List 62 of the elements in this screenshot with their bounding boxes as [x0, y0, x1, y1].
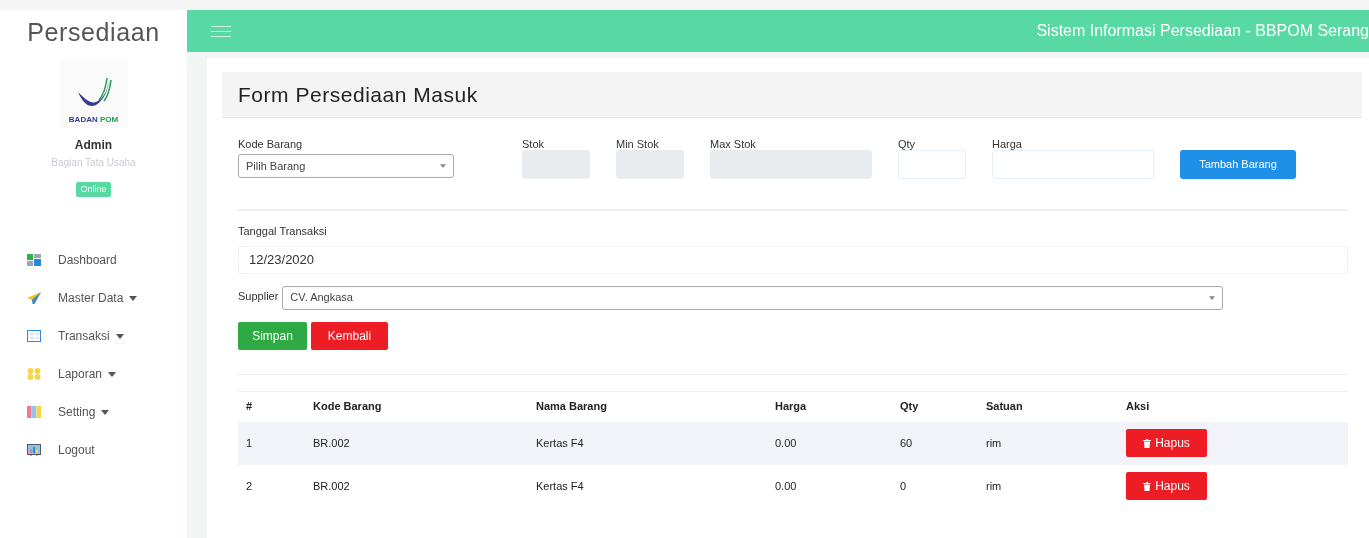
form-title: Form Persediaan Masuk: [238, 81, 478, 108]
column-header: Aksi: [1126, 399, 1151, 415]
field-label: Min Stok: [616, 137, 660, 152]
table-cell-text: 2: [246, 478, 254, 494]
field-label: Tanggal Transaksi: [238, 224, 328, 239]
input-field[interactable]: [992, 150, 1154, 179]
column-header: Satuan: [986, 399, 1024, 415]
caret-icon: [1209, 295, 1216, 300]
grid-icon: [27, 368, 41, 380]
caret-icon: [440, 164, 446, 168]
table-icon: [27, 330, 41, 342]
sidebar-item[interactable]: Master Data: [0, 279, 187, 317]
table-cell-text: 1: [246, 435, 254, 451]
sidebar-item[interactable]: Setting: [0, 393, 187, 431]
table-cell-text: rim: [986, 478, 1003, 494]
field-label: Kode Barang: [238, 137, 304, 152]
caret-icon: [101, 409, 110, 415]
trash-icon: [1143, 438, 1152, 448]
table-cell-text: rim: [986, 435, 1003, 451]
chart-icon: [27, 444, 41, 456]
column-header: Kode Barang: [313, 399, 383, 415]
user-name: Admin: [74, 136, 113, 154]
caret-icon: [115, 333, 124, 339]
table-cell-text: 0.00: [775, 478, 798, 494]
status-badge: Online: [76, 181, 111, 197]
table-cell-text: BR.002: [313, 478, 351, 494]
field-label: Supplier: [238, 288, 279, 304]
column-header: Harga: [775, 399, 808, 415]
logo-text: BADAN POM: [68, 115, 119, 124]
brand-title: Persediaan: [27, 17, 160, 48]
supplier-select[interactable]: CV. Angkasa: [282, 285, 1224, 310]
field-label: Qty: [898, 137, 917, 152]
column-header: #: [246, 399, 254, 415]
paper-plane-icon: [27, 292, 41, 304]
caret-icon: [129, 295, 138, 301]
delete-button[interactable]: Hapus: [1126, 429, 1207, 457]
item-select[interactable]: Pilih Barang: [238, 154, 454, 178]
menu-icon[interactable]: [211, 25, 231, 37]
table-cell-text: BR.002: [313, 435, 351, 451]
sidebar-item[interactable]: Dashboard: [0, 241, 187, 279]
table-cell-text: 0: [900, 478, 908, 494]
sidebar-item[interactable]: Transaksi: [0, 317, 187, 355]
caret-icon: [108, 371, 117, 377]
table-cell-text: 60: [900, 435, 914, 451]
field-label: Max Stok: [710, 137, 757, 152]
field-label: Stok: [522, 137, 545, 152]
delete-button[interactable]: Hapus: [1126, 472, 1207, 500]
date-field[interactable]: 12/23/2020: [238, 245, 1348, 274]
table-cell-text: Kertas F4: [536, 435, 585, 451]
column-header: Nama Barang: [536, 399, 608, 415]
back-button[interactable]: Kembali: [311, 321, 388, 350]
columns-icon: [27, 406, 41, 418]
field-label: Harga: [992, 137, 1023, 152]
header-title: Sistem Informasi Persediaan - BBPOM Serang: [1036, 21, 1369, 41]
dashboard-icon: [27, 254, 41, 266]
table-cell-text: Kertas F4: [536, 478, 585, 494]
input-field[interactable]: [898, 150, 966, 179]
column-header: Qty: [900, 399, 920, 415]
trash-icon: [1143, 481, 1152, 491]
table-cell-text: 0.00: [775, 435, 798, 451]
sidebar-item[interactable]: Laporan: [0, 355, 187, 393]
sidebar-item[interactable]: Logout: [0, 431, 187, 469]
